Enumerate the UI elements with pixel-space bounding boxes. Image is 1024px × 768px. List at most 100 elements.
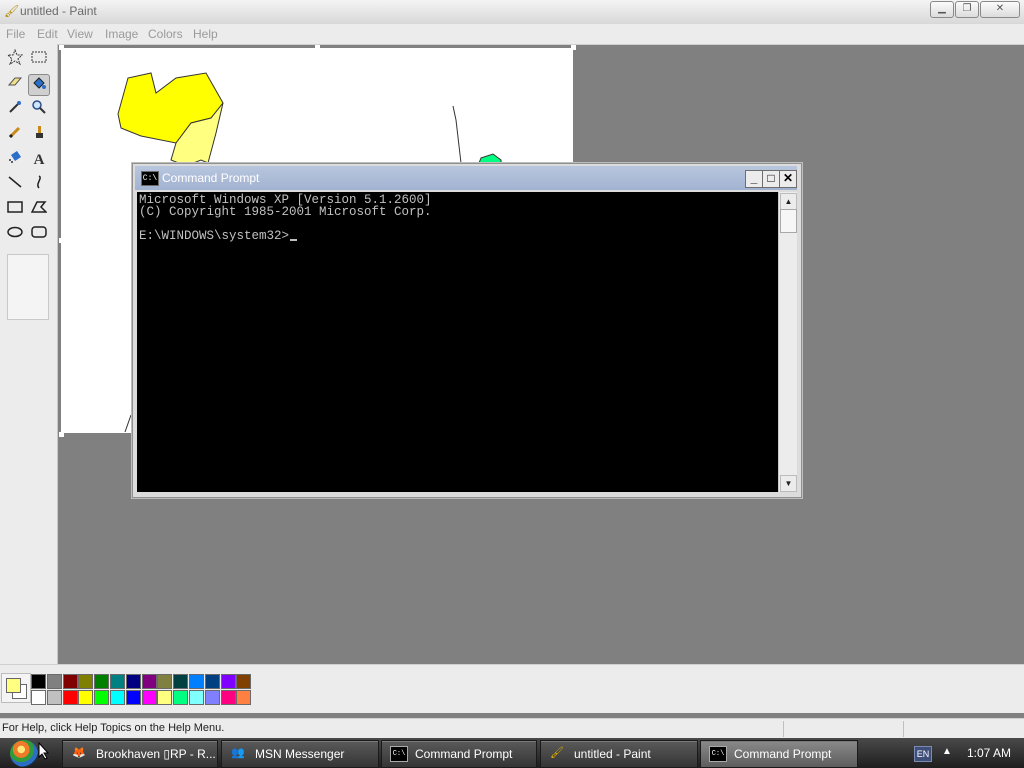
cmd-minimize-button[interactable]: _ <box>745 170 763 188</box>
menu-help[interactable]: Help <box>193 27 218 41</box>
status-divider <box>783 721 784 737</box>
scroll-down-arrow-icon[interactable]: ▼ <box>780 475 797 492</box>
palette-swatch[interactable] <box>46 674 62 689</box>
polygon-icon[interactable] <box>28 199 50 221</box>
palette-swatch[interactable] <box>220 690 236 705</box>
canvas-handle[interactable] <box>59 45 64 50</box>
cmd-close-button[interactable]: ✕ <box>779 170 797 188</box>
palette-swatch[interactable] <box>110 674 125 689</box>
taskbar-button-browser[interactable]: 🦊 Brookhaven ▯RP - R... <box>62 740 218 768</box>
palette-swatch[interactable] <box>125 690 141 705</box>
eraser-icon[interactable] <box>4 74 26 96</box>
console-prompt: E:\WINDOWS\system32> <box>139 229 290 243</box>
foreground-color-swatch[interactable] <box>6 678 21 693</box>
canvas-handle[interactable] <box>571 45 576 50</box>
eyedropper-icon[interactable] <box>4 99 26 121</box>
rect-select-icon[interactable] <box>28 49 50 71</box>
console-scrollbar[interactable]: ▲ ▼ <box>778 192 797 492</box>
console-prompt-line: E:\WINDOWS\system32> <box>139 229 298 243</box>
curve-icon[interactable] <box>28 174 50 196</box>
scroll-thumb[interactable] <box>780 209 797 233</box>
console-output[interactable]: Microsoft Windows XP [Version 5.1.2600] … <box>137 192 778 492</box>
palette-swatch[interactable] <box>125 674 141 689</box>
palette-swatch[interactable] <box>110 690 125 705</box>
color-palette <box>0 664 1024 713</box>
start-button[interactable] <box>10 740 38 767</box>
palette-swatch[interactable] <box>204 674 220 689</box>
cmd-titlebar[interactable]: C:\ Command Prompt _ □ ✕ <box>135 166 797 190</box>
palette-swatch[interactable] <box>189 690 204 705</box>
status-text: For Help, click Help Topics on the Help … <box>2 722 225 734</box>
palette-swatch[interactable] <box>157 674 173 689</box>
cmd-maximize-button[interactable]: □ <box>762 170 780 188</box>
taskbar-clock[interactable]: 1:07 AM <box>967 746 1011 760</box>
command-prompt-window[interactable]: C:\ Command Prompt _ □ ✕ Microsoft Windo… <box>132 163 802 498</box>
taskbar-button-label: Command Prompt <box>415 747 513 761</box>
palette-swatch[interactable] <box>78 690 94 705</box>
paint-window-title: untitled - Paint <box>20 4 97 18</box>
taskbar-button-cmd-active[interactable]: C:\ Command Prompt <box>700 740 858 768</box>
palette-swatch[interactable] <box>204 690 220 705</box>
taskbar-button-msn[interactable]: 👥 MSN Messenger <box>221 740 379 768</box>
palette-swatch[interactable] <box>141 690 157 705</box>
tool-options-box[interactable] <box>7 254 49 320</box>
palette-swatch[interactable] <box>173 674 189 689</box>
palette-swatch[interactable] <box>31 690 46 705</box>
paint-toolbox: A <box>0 44 58 664</box>
palette-swatch[interactable] <box>173 690 189 705</box>
console-line: (C) Copyright 1985-2001 Microsoft Corp. <box>139 205 432 219</box>
taskbar-button-label: Command Prompt <box>734 747 832 761</box>
status-divider <box>903 721 904 737</box>
current-colors-indicator[interactable] <box>1 673 31 703</box>
paint-icon: 🖌 <box>550 747 564 759</box>
menu-edit[interactable]: Edit <box>37 27 58 41</box>
taskbar-button-cmd[interactable]: C:\ Command Prompt <box>381 740 537 768</box>
brush-icon[interactable] <box>28 124 50 146</box>
airbrush-icon[interactable] <box>4 149 26 171</box>
rectangle-icon[interactable] <box>4 199 26 221</box>
palette-swatch[interactable] <box>141 674 157 689</box>
menu-view[interactable]: View <box>67 27 93 41</box>
palette-swatch[interactable] <box>62 690 78 705</box>
paint-close-button[interactable]: ✕ <box>980 1 1020 18</box>
taskbar-button-paint[interactable]: 🖌 untitled - Paint <box>540 740 698 768</box>
palette-swatch[interactable] <box>157 690 173 705</box>
palette-swatch[interactable] <box>94 674 110 689</box>
palette-swatch[interactable] <box>94 690 110 705</box>
fill-bucket-icon[interactable] <box>28 74 50 96</box>
paint-statusbar: For Help, click Help Topics on the Help … <box>0 718 1024 739</box>
magnifier-icon[interactable] <box>28 99 50 121</box>
cmd-icon: C:\ <box>709 746 727 762</box>
show-hidden-icons-icon[interactable]: ▲ <box>942 746 952 757</box>
language-indicator[interactable]: EN <box>914 746 932 762</box>
scroll-up-arrow-icon[interactable]: ▲ <box>780 193 797 210</box>
canvas-handle[interactable] <box>59 432 64 437</box>
text-icon[interactable]: A <box>28 149 50 171</box>
paint-app-icon: 🖌 <box>4 4 20 18</box>
palette-swatch[interactable] <box>46 690 62 705</box>
menu-image[interactable]: Image <box>105 27 138 41</box>
canvas-handle[interactable] <box>315 45 320 50</box>
palette-swatch[interactable] <box>189 674 204 689</box>
free-form-select-icon[interactable] <box>4 48 26 71</box>
palette-swatch[interactable] <box>78 674 94 689</box>
rounded-rectangle-icon[interactable] <box>28 224 50 246</box>
cmd-icon: C:\ <box>141 171 159 186</box>
palette-swatch[interactable] <box>31 674 46 689</box>
msn-icon: 👥 <box>231 747 245 759</box>
line-icon[interactable] <box>4 174 26 196</box>
palette-swatch[interactable] <box>236 674 252 689</box>
paint-menubar: File Edit View Image Colors Help <box>0 24 1024 45</box>
menu-file[interactable]: File <box>6 27 25 41</box>
text-cursor <box>290 239 298 241</box>
paint-restore-button[interactable]: ❐ <box>955 1 979 18</box>
ellipse-icon[interactable] <box>4 224 26 246</box>
canvas-handle[interactable] <box>59 238 64 243</box>
palette-swatch[interactable] <box>236 690 252 705</box>
taskbar-button-label: untitled - Paint <box>574 747 651 761</box>
palette-swatch[interactable] <box>62 674 78 689</box>
paint-minimize-button[interactable]: ▁ <box>930 1 954 18</box>
pencil-icon[interactable] <box>4 124 26 146</box>
palette-swatch[interactable] <box>220 674 236 689</box>
menu-colors[interactable]: Colors <box>148 27 183 41</box>
